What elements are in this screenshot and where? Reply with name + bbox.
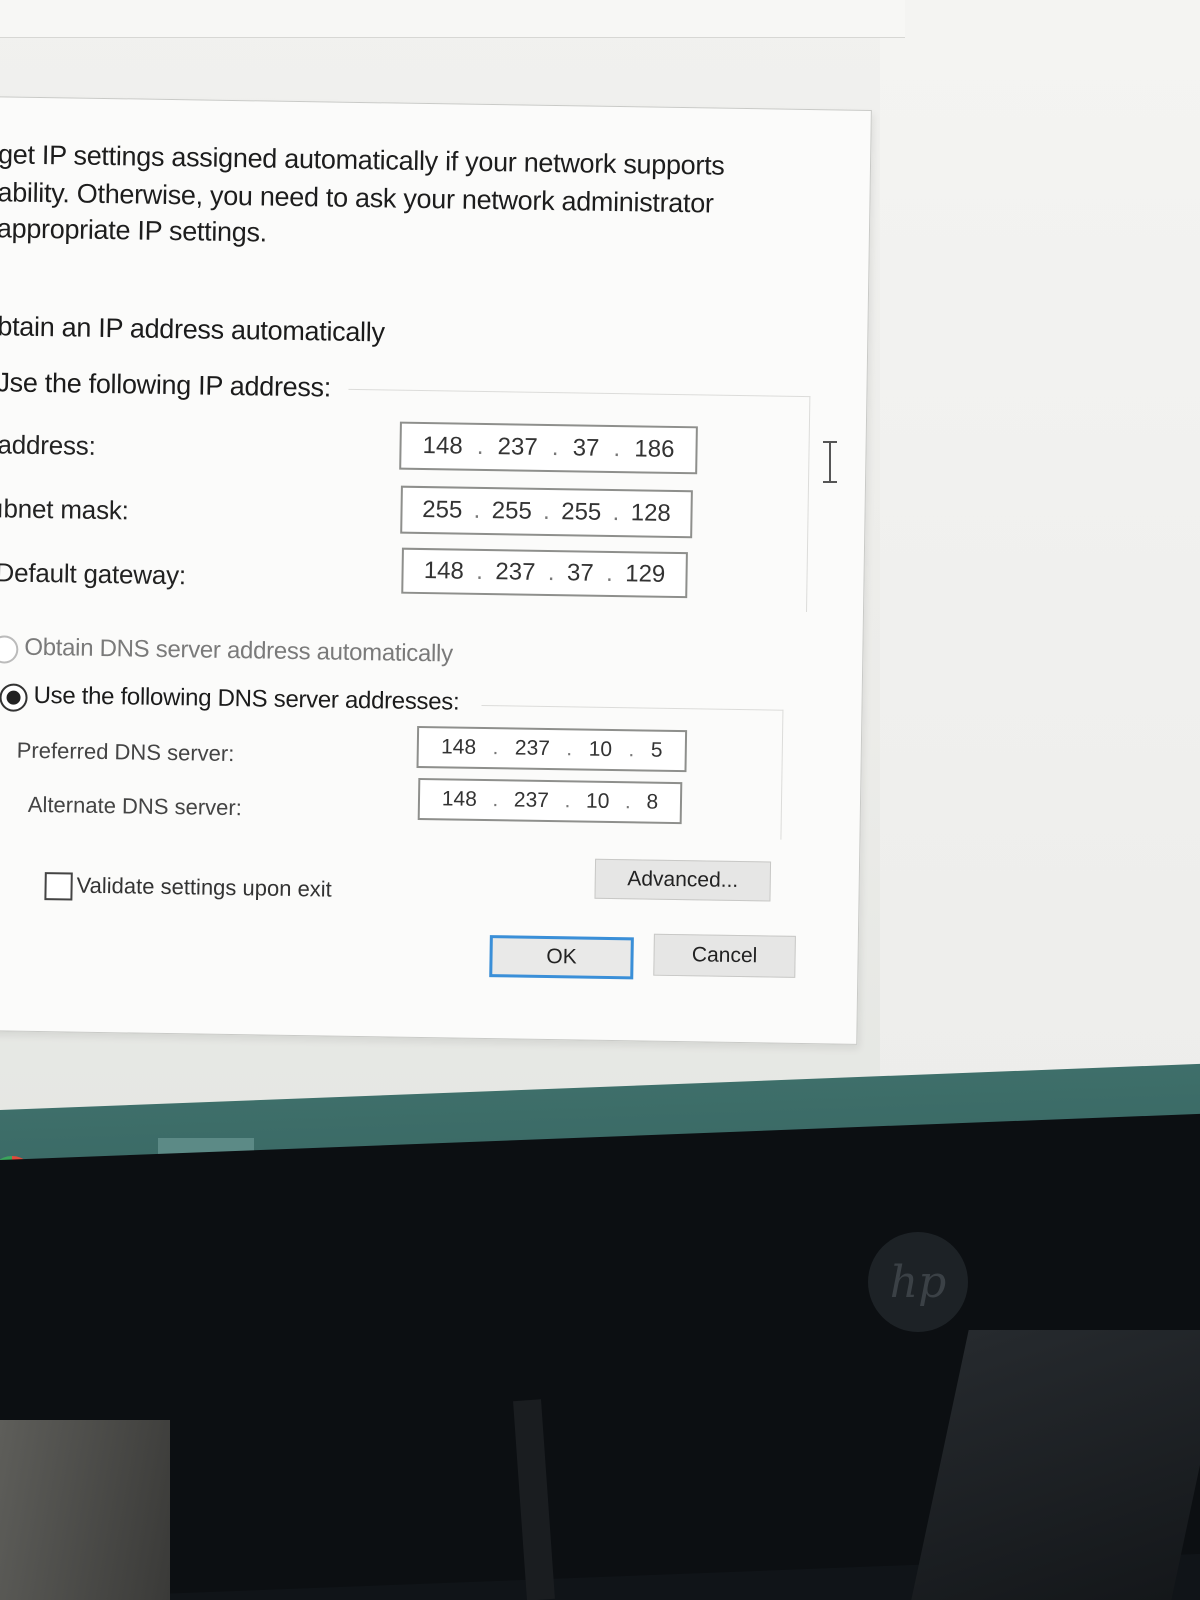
separator: . <box>473 496 481 524</box>
description-line-3: appropriate IP settings. <box>0 213 268 248</box>
separator: . <box>566 737 573 761</box>
separator: . <box>492 788 499 812</box>
octet: 37 <box>572 434 600 462</box>
octet: 255 <box>561 498 602 526</box>
validate-checkbox[interactable] <box>44 872 73 901</box>
separator: . <box>605 559 614 587</box>
separator: . <box>624 790 632 814</box>
octet: 10 <box>588 737 613 762</box>
default-gateway-input[interactable]: 148. 237. 37. 129 <box>401 547 688 599</box>
radio-obtain-ip-auto[interactable]: btain an IP address automatically <box>0 311 385 348</box>
subnet-mask-label: ıbnet mask: <box>0 493 129 526</box>
separator: . <box>628 738 635 762</box>
radio-use-following-ip[interactable]: Jse the following IP address: <box>0 367 331 403</box>
alternate-dns-label: Alternate DNS server: <box>27 791 243 821</box>
octet: 8 <box>646 790 659 814</box>
subnet-mask-input[interactable]: 255. 255. 255. 128 <box>400 485 693 539</box>
octet: 255 <box>422 495 463 524</box>
octet: 148 <box>422 431 463 460</box>
separator: . <box>564 789 571 813</box>
radio-obtain-dns-auto-label[interactable]: Obtain DNS server address automatically <box>24 634 453 669</box>
advanced-button[interactable]: Advanced... <box>594 858 772 902</box>
separator: . <box>542 497 551 526</box>
octet: 186 <box>634 435 675 463</box>
octet: 237 <box>513 788 550 813</box>
separator: . <box>492 736 499 760</box>
parent-window-edge <box>0 0 905 38</box>
separator: . <box>612 498 620 527</box>
octet: 128 <box>630 499 671 527</box>
preferred-dns-label: Preferred DNS server: <box>16 737 235 767</box>
octet: 148 <box>423 557 465 585</box>
octet: 129 <box>625 560 666 588</box>
separator: . <box>476 557 484 585</box>
octet: 255 <box>491 497 532 525</box>
ok-button[interactable]: OK <box>489 935 634 980</box>
hp-logo: hp <box>868 1232 968 1332</box>
separator: . <box>551 434 559 462</box>
octet: 5 <box>650 738 663 762</box>
preferred-dns-input[interactable]: 148. 237. 10. 5 <box>416 725 688 773</box>
octet: 237 <box>514 736 551 761</box>
ip-address-label: address: <box>0 429 96 461</box>
description-line-1: get IP settings assigned automatically i… <box>0 139 725 181</box>
separator: . <box>476 432 484 460</box>
text-cursor-icon <box>823 441 837 483</box>
cancel-button[interactable]: Cancel <box>653 933 796 978</box>
alternate-dns-input[interactable]: 148. 237. 10. 8 <box>417 777 683 825</box>
desktop-background <box>880 0 1200 1110</box>
octet: 148 <box>440 735 477 759</box>
radio-obtain-dns-auto[interactable] <box>0 635 19 664</box>
ip-address-input[interactable]: 148. 237. 37. 186 <box>399 421 698 475</box>
default-gateway-label: Default gateway: <box>0 557 187 591</box>
description-line-2: ability. Otherwise, you need to ask your… <box>0 177 714 219</box>
octet: 237 <box>497 433 538 461</box>
octet: 37 <box>566 559 594 587</box>
validate-label[interactable]: Validate settings upon exit <box>76 873 332 903</box>
desk-object <box>0 1420 170 1600</box>
separator: . <box>547 558 555 587</box>
octet: 10 <box>585 789 610 813</box>
octet: 237 <box>495 558 536 586</box>
radio-use-following-dns-label[interactable]: Use the following DNS server addresses: <box>33 682 459 717</box>
screen: get IP settings assigned automatically i… <box>0 0 1200 1190</box>
octet: 148 <box>441 787 478 811</box>
separator: . <box>613 434 621 463</box>
radio-use-following-dns[interactable] <box>0 683 28 712</box>
ipv4-properties-dialog: get IP settings assigned automatically i… <box>0 96 872 1045</box>
